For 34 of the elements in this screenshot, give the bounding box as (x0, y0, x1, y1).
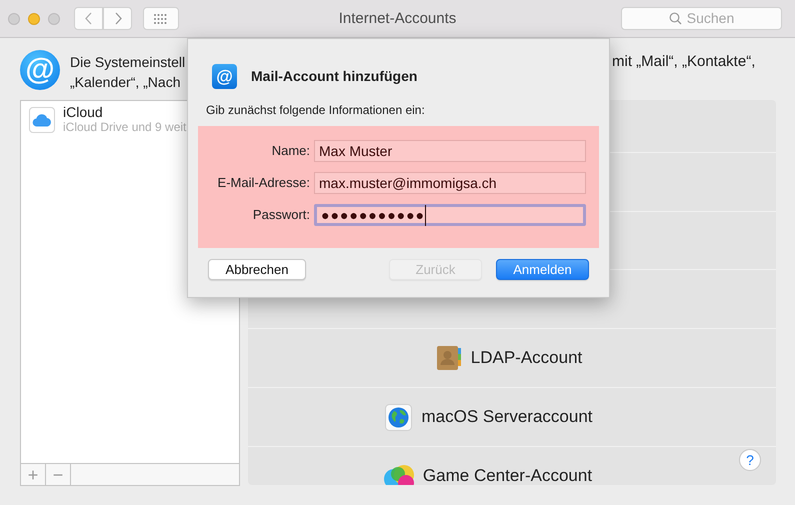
back-button[interactable] (74, 7, 103, 30)
input-field[interactable]: ●●●●●●●●●●● (314, 204, 586, 226)
minimize-button[interactable] (28, 12, 40, 24)
help-button[interactable]: ? (739, 449, 761, 471)
intro-text: „Kalender“, „Nach (70, 73, 180, 92)
input-field[interactable]: Max Muster (314, 140, 586, 162)
account-type-option[interactable]: macOS Serveraccount (421, 404, 592, 430)
dialog-title: Mail-Account hinzufügen (251, 67, 418, 86)
globe-icon (385, 404, 412, 430)
field-label: E-Mail-Adresse: (216, 174, 311, 192)
account-type-option[interactable]: Game Center-Account (422, 463, 592, 485)
grid-icon (154, 14, 168, 24)
bubbles-icon (384, 465, 414, 485)
at-sign-icon: @ (212, 64, 237, 89)
forward-button[interactable] (103, 7, 132, 30)
zoom-button[interactable] (48, 12, 60, 24)
chevron-right-icon (114, 12, 122, 25)
show-all-button[interactable] (143, 7, 179, 30)
intro-text: Die Systemeinstell (70, 53, 186, 72)
account-detail: iCloud Drive und 9 weit (63, 120, 186, 135)
field-label: Name: (270, 142, 311, 160)
account-name: iCloud (63, 105, 103, 120)
window-title: Internet-Accounts (338, 8, 456, 29)
close-button[interactable] (8, 12, 20, 24)
cloud-icon (29, 107, 55, 133)
field-label: Passwort: (252, 206, 311, 224)
account-type-option[interactable]: LDAP-Account (470, 345, 582, 371)
input-field[interactable]: max.muster@immomigsa.ch (314, 172, 586, 194)
at-sign-icon: @ (20, 50, 60, 90)
search-icon (668, 12, 682, 25)
address-book-icon (436, 345, 462, 371)
cancel-button[interactable]: Abbrechen (208, 259, 306, 280)
intro-text: mit „Mail“, „Kontakte“, (612, 52, 756, 72)
chevron-left-icon (84, 12, 92, 25)
